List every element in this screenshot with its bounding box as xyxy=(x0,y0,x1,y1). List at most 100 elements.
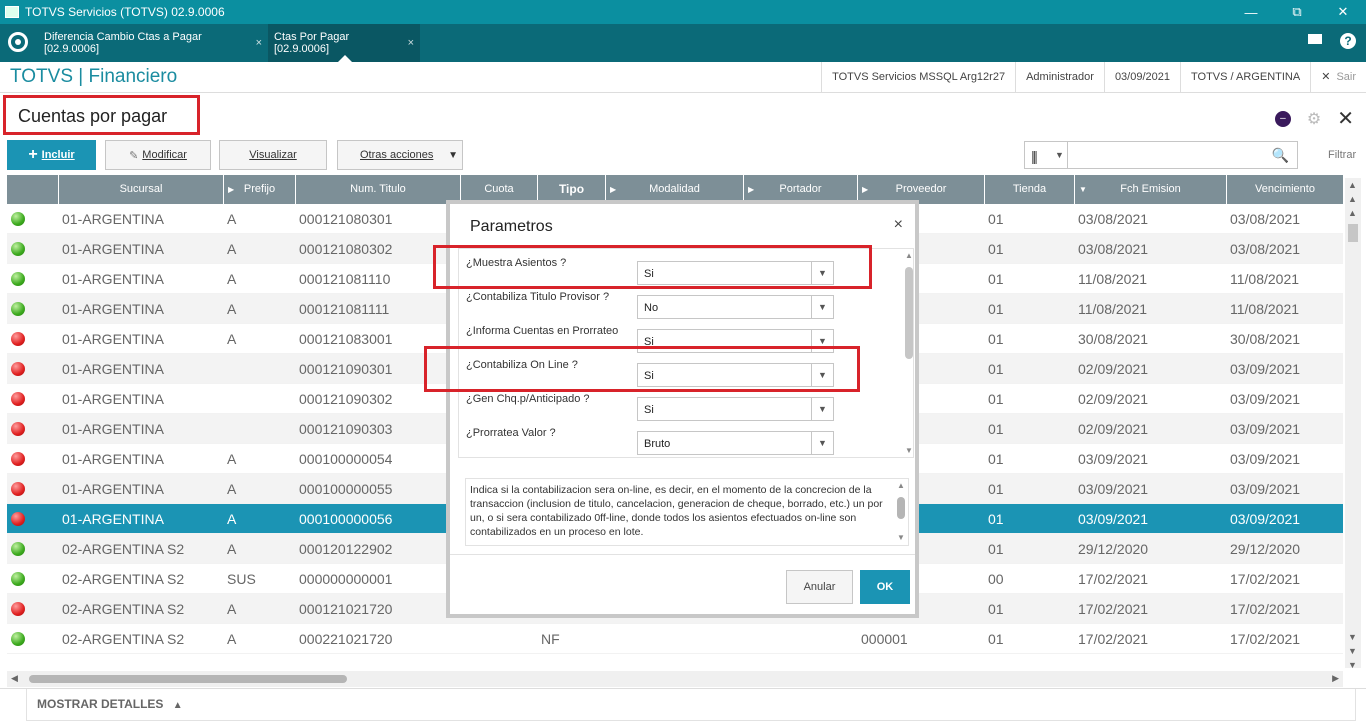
search-icon[interactable]: 🔍 xyxy=(1272,147,1289,164)
col-tienda[interactable]: Tienda xyxy=(985,175,1075,204)
chevron-up-icon: ▲ xyxy=(172,700,183,711)
tab-ctas-por-pagar[interactable]: Ctas Por Pagar [02.9.0006] × xyxy=(268,24,420,62)
otras-acciones-button[interactable]: Otras acciones ▼ xyxy=(337,140,463,170)
status-green-icon xyxy=(11,572,25,586)
mail-icon[interactable] xyxy=(1308,34,1322,44)
status-green-icon xyxy=(11,302,25,316)
param-row: ¿Gen Chq.p/Anticipado ? Si ▼ xyxy=(459,389,899,423)
cell-num-titulo: 000121090301 xyxy=(299,361,393,377)
cell-fch-emision: 17/02/2021 xyxy=(1078,571,1149,587)
cell-tienda: 00 xyxy=(988,571,1004,587)
col-prefijo[interactable]: ▶ Prefijo xyxy=(224,175,296,204)
mostrar-detalles-toggle[interactable]: MOSTRAR DETALLES ▲ xyxy=(26,689,1356,721)
cell-tipo: NF xyxy=(541,631,560,647)
gear-icon[interactable]: ⚙ xyxy=(1307,109,1321,129)
tab-close-icon[interactable]: × xyxy=(256,37,262,49)
window-close-button[interactable]: ✕ xyxy=(1320,0,1366,24)
tab-diferencia-cambio[interactable]: Diferencia Cambio Ctas a Pagar [02.9.000… xyxy=(38,24,268,62)
col-fch-emision-label: Fch Emision xyxy=(1120,183,1181,195)
brand-title: TOTVS | Financiero xyxy=(10,66,178,87)
minus-circle-icon[interactable]: – xyxy=(1274,110,1291,127)
status-red-icon xyxy=(11,482,25,496)
totvs-logo-icon[interactable] xyxy=(8,32,28,52)
scroll-thumb[interactable] xyxy=(905,267,913,359)
scroll-top-icon[interactable]: ▲ xyxy=(1348,180,1357,190)
scroll-up-icon[interactable]: ▲ xyxy=(897,479,905,493)
cell-tienda: 01 xyxy=(988,361,1004,377)
scroll-thumb[interactable] xyxy=(29,675,347,683)
cell-num-titulo: 000121080302 xyxy=(299,241,393,257)
scroll-left-icon[interactable]: ◀ xyxy=(11,673,18,684)
scroll-thumb[interactable] xyxy=(1348,224,1358,242)
caret-down-icon[interactable]: ▼ xyxy=(1055,150,1064,160)
param-select[interactable]: Si ▼ xyxy=(637,397,834,421)
status-green-icon xyxy=(11,632,25,646)
cell-tienda: 01 xyxy=(988,241,1004,257)
pencil-icon: ✎ xyxy=(129,149,139,162)
scroll-up-icon[interactable]: ▲ xyxy=(1348,194,1357,204)
ok-button[interactable]: OK xyxy=(860,570,910,604)
cell-fch-emision: 17/02/2021 xyxy=(1078,601,1149,617)
cell-fch-emision: 17/02/2021 xyxy=(1078,631,1149,647)
cell-vencimiento: 03/09/2021 xyxy=(1230,451,1301,467)
close-icon: ✕ xyxy=(1321,71,1331,83)
cell-vencimiento: 03/09/2021 xyxy=(1230,511,1301,527)
cell-fch-emision: 30/08/2021 xyxy=(1078,331,1149,347)
scroll-down-icon[interactable]: ▼ xyxy=(905,446,913,455)
minimize-button[interactable]: — xyxy=(1228,0,1274,24)
divider xyxy=(1067,142,1068,168)
scroll-up-icon[interactable]: ▲ xyxy=(1348,208,1357,218)
cell-sucursal: 01-ARGENTINA xyxy=(62,331,164,347)
col-sucursal[interactable]: Sucursal xyxy=(59,175,224,204)
col-vencimiento[interactable]: Vencimiento xyxy=(1227,175,1343,204)
col-num-titulo[interactable]: Num. Titulo xyxy=(296,175,461,204)
cell-fch-emision: 03/08/2021 xyxy=(1078,241,1149,257)
restore-button[interactable]: ⧉ xyxy=(1274,0,1320,24)
cell-tienda: 01 xyxy=(988,481,1004,497)
search-box[interactable]: ||| ▼ 🔍 xyxy=(1024,141,1298,169)
close-page-icon[interactable]: ✕ xyxy=(1337,106,1354,131)
scroll-up-icon[interactable]: ▲ xyxy=(905,251,913,260)
param-scrollbar[interactable]: ▲ ▼ xyxy=(904,249,913,457)
scroll-right-icon[interactable]: ▶ xyxy=(1332,673,1339,684)
cell-sucursal: 01-ARGENTINA xyxy=(62,211,164,227)
cell-sucursal: 01-ARGENTINA xyxy=(62,511,164,527)
description-scrollbar[interactable]: ▲ ▼ xyxy=(896,481,906,543)
scroll-bottom-icon[interactable]: ▼ xyxy=(1348,660,1357,670)
filtrar-link[interactable]: Filtrar xyxy=(1328,149,1356,161)
grid-vertical-scrollbar[interactable]: ▲ ▲ ▲ ▼ ▼ ▼ xyxy=(1345,178,1361,670)
status-red-icon xyxy=(11,422,25,436)
scroll-down-icon[interactable]: ▼ xyxy=(897,531,905,545)
incluir-button[interactable]: + Incluir xyxy=(7,140,96,170)
param-label: ¿Contabiliza Titulo Provisor ? xyxy=(466,291,610,303)
dialog-close-icon[interactable]: × xyxy=(894,216,903,234)
incluir-label: Incluir xyxy=(41,149,75,161)
cell-vencimiento: 03/09/2021 xyxy=(1230,481,1301,497)
col-fch-emision[interactable]: ▼ Fch Emision xyxy=(1075,175,1227,204)
cell-num-titulo: 000121021720 xyxy=(299,601,393,617)
cell-proveedor: 000001 xyxy=(861,631,908,647)
scroll-down-icon[interactable]: ▼ xyxy=(1348,646,1357,656)
grid-horizontal-scrollbar[interactable]: ◀ ▶ xyxy=(7,671,1343,687)
status-red-icon xyxy=(11,602,25,616)
exit-button[interactable]: ✕ Sair xyxy=(1310,62,1366,92)
cell-vencimiento: 17/02/2021 xyxy=(1230,571,1301,587)
table-row[interactable]: 02-ARGENTINA S2 A 000221021720 NF 000001 01 17… xyxy=(7,624,1343,654)
tab-close-icon[interactable]: × xyxy=(408,37,414,49)
description-text: Indica si la contabilizacion sera on-lin… xyxy=(470,484,883,538)
search-input[interactable] xyxy=(1071,145,1251,165)
help-icon[interactable]: ? xyxy=(1340,33,1356,49)
modificar-button[interactable]: ✎ Modificar xyxy=(105,140,211,170)
caret-down-icon: ▼ xyxy=(448,149,458,161)
param-select[interactable]: No ▼ xyxy=(637,295,834,319)
scroll-down-icon[interactable]: ▼ xyxy=(1348,632,1357,642)
param-select[interactable]: Bruto ▼ xyxy=(637,431,834,455)
visualizar-button[interactable]: Visualizar xyxy=(219,140,327,170)
col-proveedor-label: Proveedor xyxy=(895,183,947,195)
param-label: ¿Gen Chq.p/Anticipado ? xyxy=(466,393,590,405)
col-modalidad-label: Modalidad xyxy=(649,183,700,195)
scroll-thumb[interactable] xyxy=(897,497,905,519)
param-value: No xyxy=(644,302,659,314)
anular-button[interactable]: Anular xyxy=(786,570,853,604)
columns-icon[interactable]: ||| xyxy=(1031,148,1038,164)
